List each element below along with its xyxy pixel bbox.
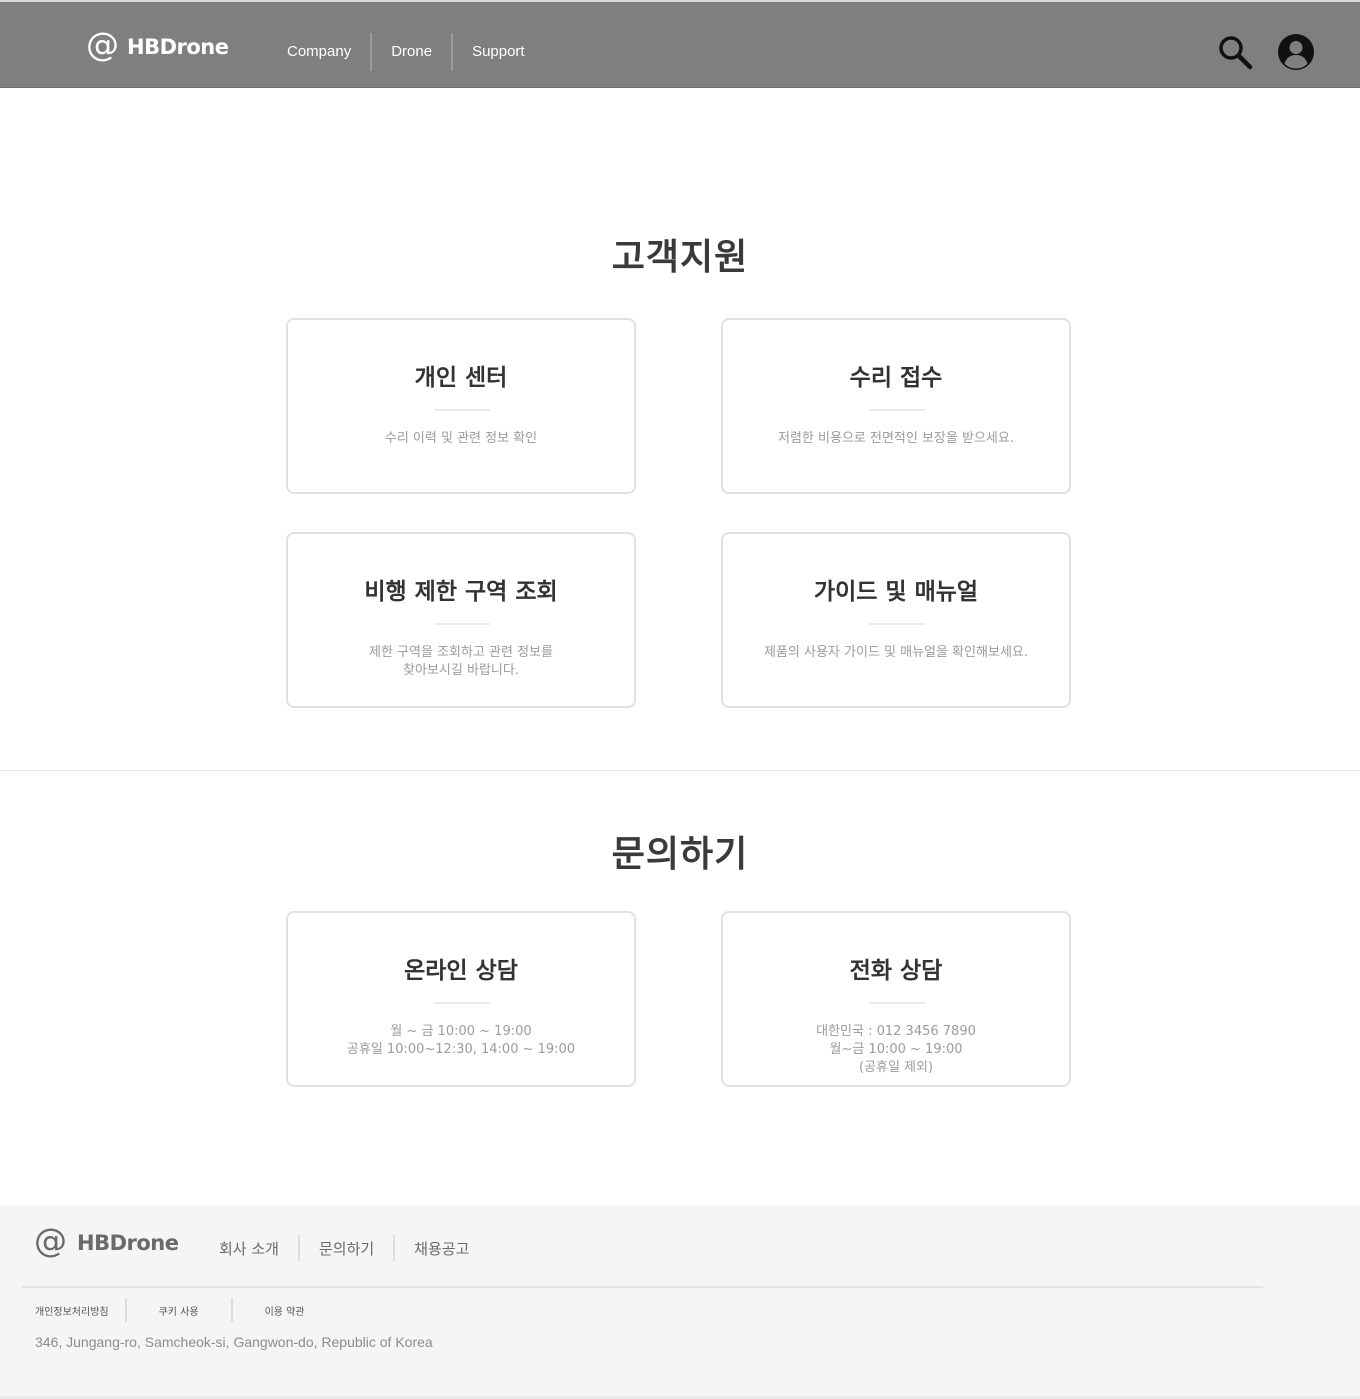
main-nav: Company Drone Support [268, 33, 544, 71]
card-divider [869, 623, 925, 625]
logo-at-icon: @ [34, 1221, 67, 1260]
card-online-consult[interactable]: 온라인 상담 월 ~ 금 10:00 ~ 19:00 공휴일 10:00~12:… [286, 911, 636, 1087]
footer-logo[interactable]: @ HBDrone [34, 1224, 179, 1257]
section-divider [0, 770, 1360, 771]
card-title: 온라인 상담 [404, 958, 518, 984]
logo-at-icon: @ [86, 25, 119, 64]
card-desc-line: 제한 구역을 조회하고 관련 정보를 [369, 645, 553, 660]
link-privacy-policy[interactable]: 개인정보처리방침 [35, 1303, 125, 1318]
footer-nav: 회사 소개 문의하기 채용공고 [200, 1235, 488, 1261]
card-desc-line: 공휴일 10:00~12:30, 14:00 ~ 19:00 [346, 1042, 576, 1057]
logo-brand: HBDrone [77, 1230, 179, 1255]
card-description: 수리 이력 및 관련 정보 확인 [288, 430, 634, 448]
nav-support[interactable]: Support [453, 33, 544, 71]
card-divider [434, 1002, 490, 1004]
card-desc-line: 대한민국 : 012 3456 7890 [816, 1024, 976, 1039]
card-description: 대한민국 : 012 3456 7890 월~금 10:00 ~ 19:00 (… [723, 1023, 1069, 1077]
inquiry-title: 문의하기 [611, 834, 749, 875]
card-desc-line: (공휴일 제외) [858, 1060, 934, 1075]
site-header: @ HBDrone Company Drone Support [0, 0, 1360, 88]
search-icon[interactable] [1217, 34, 1253, 70]
card-divider [434, 409, 490, 411]
footer-policy-links: 개인정보처리방침 쿠키 사용 이용 약관 [35, 1297, 337, 1323]
card-title: 수리 접수 [849, 365, 943, 391]
card-personal-center[interactable]: 개인 센터 수리 이력 및 관련 정보 확인 [286, 318, 636, 494]
card-divider [434, 623, 490, 625]
header-logo[interactable]: @ HBDrone [86, 28, 229, 61]
card-description: 저렴한 비용으로 전면적인 보장을 받으세요. [723, 430, 1069, 448]
footer-nav-careers[interactable]: 채용공고 [395, 1238, 488, 1259]
card-desc-line: 수리 이력 및 관련 정보 확인 [384, 431, 538, 446]
link-terms-of-use[interactable]: 이용 약관 [233, 1303, 337, 1318]
card-desc-line: 제품의 사용자 가이드 및 매뉴얼을 확인해보세요. [764, 645, 1028, 660]
card-title: 전화 상담 [849, 958, 943, 984]
footer-nav-inquiry[interactable]: 문의하기 [300, 1238, 393, 1259]
card-repair-request[interactable]: 수리 접수 저렴한 비용으로 전면적인 보장을 받으세요. [721, 318, 1071, 494]
card-description: 제품의 사용자 가이드 및 매뉴얼을 확인해보세요. [723, 644, 1069, 662]
card-desc-line: 월~금 10:00 ~ 19:00 [829, 1042, 963, 1057]
card-title: 개인 센터 [414, 365, 508, 391]
nav-drone[interactable]: Drone [372, 33, 451, 71]
card-divider [869, 409, 925, 411]
site-footer: @ HBDrone 회사 소개 문의하기 채용공고 개인정보처리방침 쿠키 사용… [0, 1205, 1360, 1399]
card-title: 가이드 및 매뉴얼 [813, 579, 979, 605]
card-desc-line: 저렴한 비용으로 전면적인 보장을 받으세요. [778, 431, 1014, 446]
card-desc-line: 찾아보시길 바랍니다. [403, 663, 519, 678]
card-title: 비행 제한 구역 조회 [364, 579, 558, 605]
card-guide-manual[interactable]: 가이드 및 매뉴얼 제품의 사용자 가이드 및 매뉴얼을 확인해보세요. [721, 532, 1071, 708]
card-no-fly-zone[interactable]: 비행 제한 구역 조회 제한 구역을 조회하고 관련 정보를 찾아보시길 바랍니… [286, 532, 636, 708]
card-divider [869, 1002, 925, 1004]
card-description: 월 ~ 금 10:00 ~ 19:00 공휴일 10:00~12:30, 14:… [288, 1023, 634, 1059]
card-description: 제한 구역을 조회하고 관련 정보를 찾아보시길 바랍니다. [288, 644, 634, 680]
footer-divider [22, 1286, 1263, 1288]
user-icon[interactable] [1277, 33, 1315, 71]
card-desc-line: 월 ~ 금 10:00 ~ 19:00 [390, 1024, 532, 1039]
nav-company[interactable]: Company [268, 33, 370, 71]
support-title: 고객지원 [611, 237, 749, 278]
footer-nav-about[interactable]: 회사 소개 [200, 1238, 298, 1259]
logo-brand: HBDrone [127, 34, 229, 59]
card-phone-consult[interactable]: 전화 상담 대한민국 : 012 3456 7890 월~금 10:00 ~ 1… [721, 911, 1071, 1087]
link-cookie-usage[interactable]: 쿠키 사용 [127, 1303, 231, 1318]
company-address: 346, Jungang-ro, Samcheok-si, Gangwon-do… [35, 1334, 433, 1350]
